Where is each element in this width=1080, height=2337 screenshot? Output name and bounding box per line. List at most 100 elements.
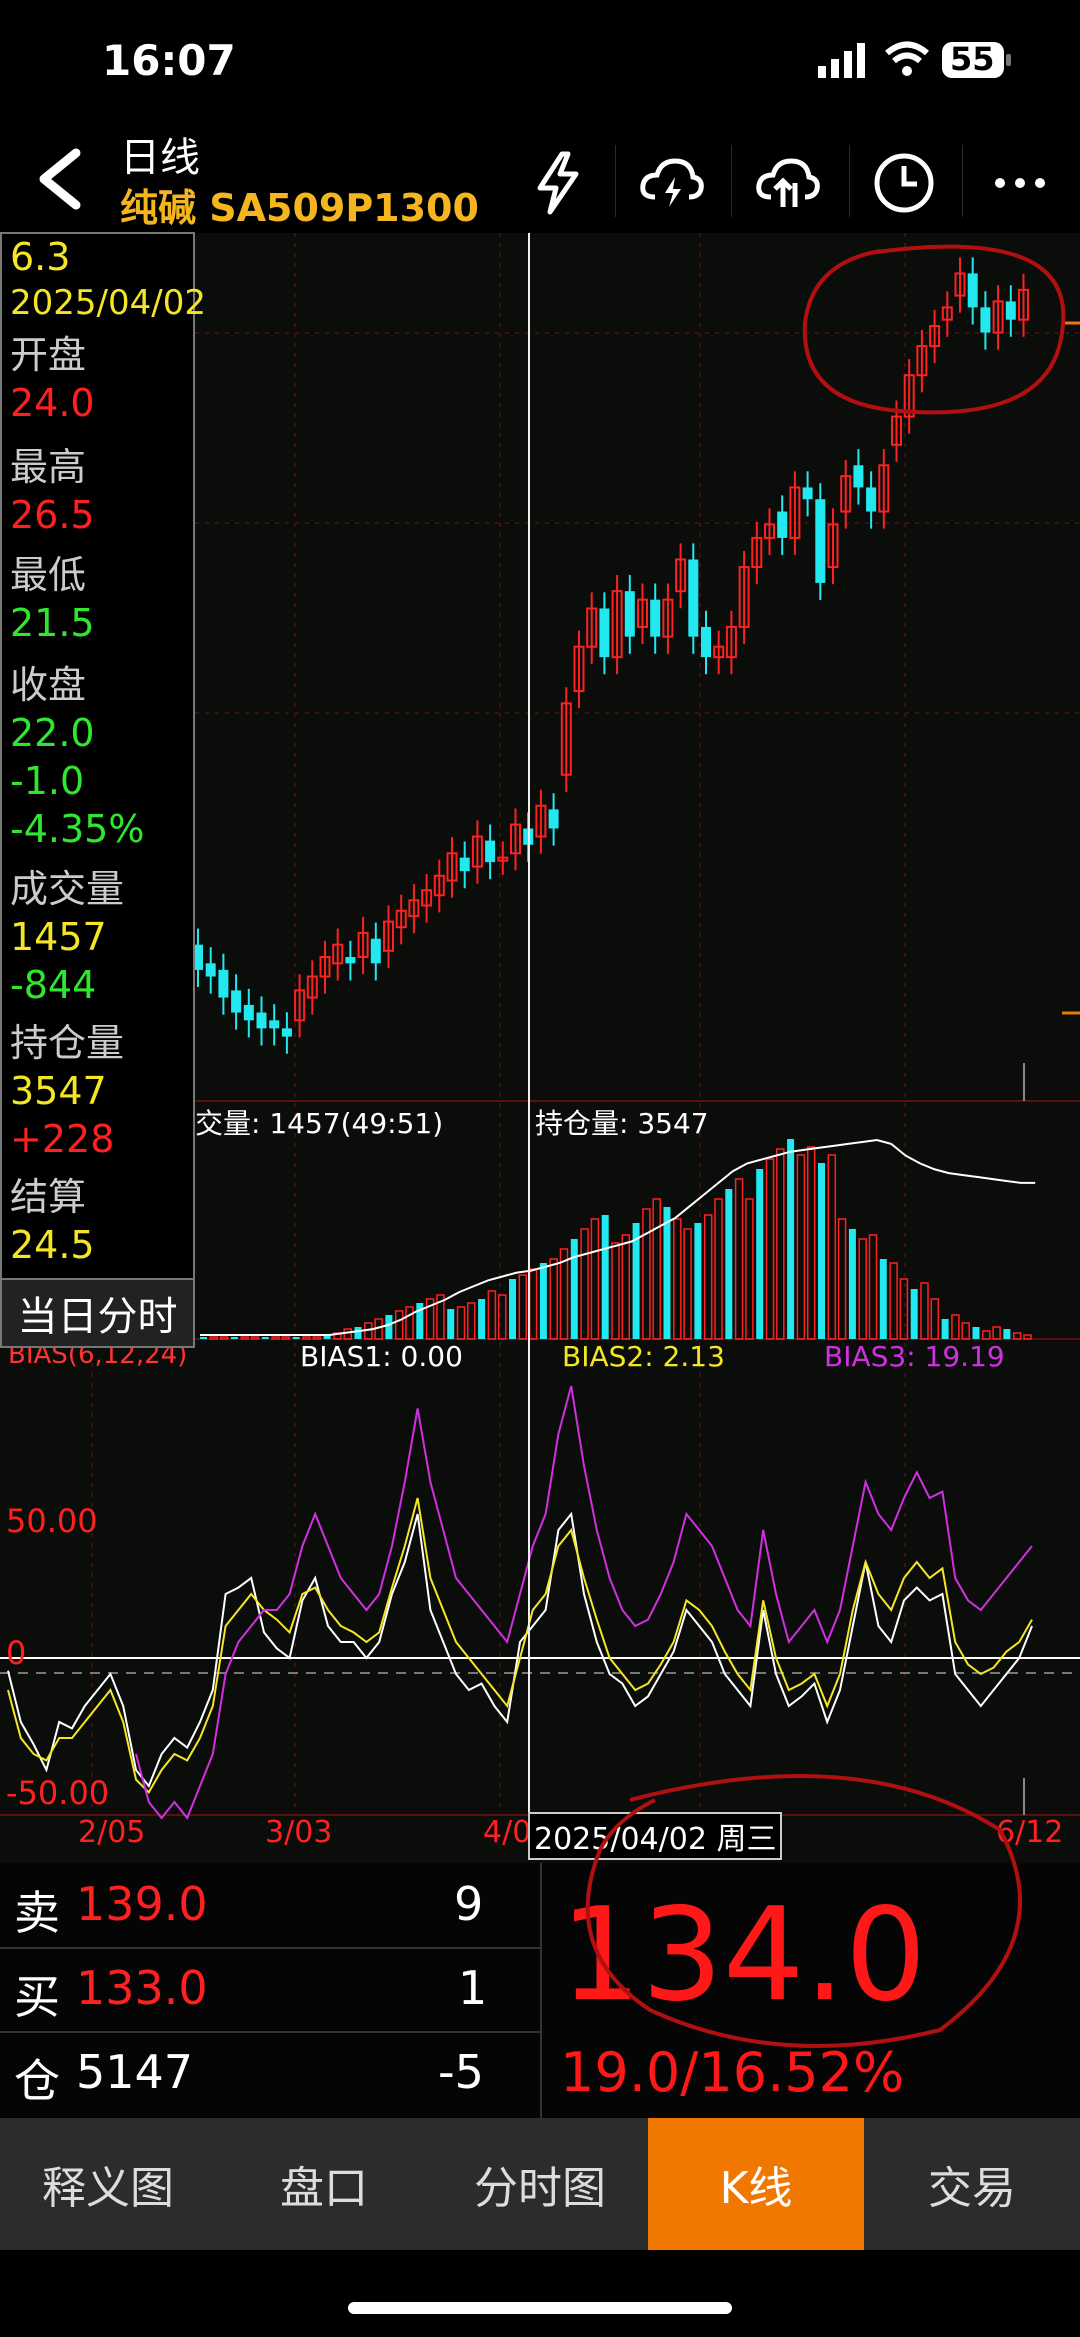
volume-bar [652,1198,661,1340]
clock-icon[interactable] [864,143,944,223]
volume-bar [570,1239,578,1339]
bias-tick-bottom: -50.00 [6,1774,110,1812]
volume-bar [394,1310,404,1340]
nav-divider [731,145,732,217]
volume-bar [818,1163,825,1339]
candle-body [370,938,381,964]
x-tick: 2/05 [78,1815,146,1850]
volume-bar [930,1298,940,1340]
volume-bar [694,1223,702,1339]
volume-bar [354,1327,362,1339]
close-value: 22.0 [10,711,95,755]
volume-bar [478,1299,486,1339]
volume-bar [601,1215,609,1339]
volume-bar [982,1330,991,1340]
oi-change: +228 [10,1117,115,1161]
volume-bar [868,1234,878,1340]
change-value: -1.0 [10,759,85,803]
info-price: 6.3 [10,235,71,279]
candle-body [485,840,496,863]
home-indicator[interactable] [348,2302,732,2314]
wifi-icon [884,40,930,78]
volume-bar [405,1306,414,1340]
x-tick: 3/03 [265,1815,333,1850]
signal-icon [818,42,868,78]
oi-quote-value: 5147 [76,2045,194,2099]
volume-bar [992,1326,1001,1340]
x-tick: 4/0 [483,1815,532,1850]
tab-timeshare[interactable]: 分时图 [432,2118,648,2250]
high-label: 最高 [10,445,87,489]
open-value: 24.0 [10,381,95,425]
candle-body [599,608,610,658]
candle-body [967,273,978,308]
high-value: 26.5 [10,493,95,537]
info-date: 2025/04/02 [10,283,206,323]
low-value: 21.5 [10,601,95,645]
sell-price: 139.0 [76,1877,208,1931]
buy-qty: 1 [458,1961,488,2015]
status-time: 16:07 [102,36,236,85]
settle-value: 24.5 [10,1223,95,1267]
oi-quote-label: 仓 [14,2054,60,2108]
volume-bar [487,1290,497,1340]
candle-body [205,963,216,977]
volume-bar [518,1274,528,1340]
nav-divider [615,145,616,217]
intraday-button[interactable]: 当日分时 [0,1278,195,1348]
sell-label: 卖 [14,1886,60,1940]
volume-bar [920,1282,929,1340]
status-bar: 16:07 55 [0,0,1080,125]
more-icon[interactable] [980,143,1060,223]
volume-bar [528,1268,538,1340]
tab-bar: 释义图 盘口 分时图 K线 交易 [0,2118,1080,2250]
volume-bar [230,1337,238,1339]
volume-bar [663,1207,671,1339]
bias2-label: BIAS2: 2.13 [562,1340,725,1373]
volume-bar [673,1218,682,1340]
candle-body [650,599,661,637]
sell-qty: 9 [454,1877,484,1931]
close-label: 收盘 [10,663,87,707]
volume-bar [961,1322,970,1340]
volume-bar [590,1218,600,1340]
oi-title: 持仓量 [10,1021,125,1065]
candle-body [281,1028,292,1037]
bias-line-bias1 [7,1511,1033,1788]
volume-bar [787,1139,795,1339]
tab-kline[interactable]: K线 [648,2118,864,2250]
back-icon[interactable] [28,143,88,215]
bias-line-bias3 [135,1385,1033,1820]
volume-bar [837,1218,847,1340]
bias1-label: BIAS1: 0.00 [300,1340,463,1373]
volume-bar [725,1189,733,1339]
volume-bar [261,1337,269,1339]
volume-bar [827,1154,837,1340]
nav-divider [962,145,963,217]
candle-body [853,465,864,488]
divider [0,2031,540,2033]
bias-tick-mid: 0 [6,1634,27,1672]
candle-body [269,1020,280,1029]
tab-orderbook[interactable]: 盘口 [216,2118,432,2250]
volume-bar [756,1169,764,1339]
info-panel: 6.3 2025/04/02 开盘 24.0 最高 26.5 最低 21.5 收… [0,232,206,1324]
volume-bar [447,1309,455,1339]
volume-bar [549,1258,558,1340]
volume-bar [858,1238,867,1340]
buy-price: 133.0 [76,1961,208,2015]
divider [0,1947,540,1949]
candle-body [980,307,991,333]
candle-body [866,487,877,512]
candle-body [345,956,356,964]
volume-bar [509,1279,516,1339]
cloud-flash-icon[interactable] [632,143,712,223]
volume-bar [683,1228,692,1340]
volume-bar [1003,1329,1011,1339]
tab-trade[interactable]: 交易 [864,2118,1080,2250]
cloud-sync-icon[interactable] [748,143,828,223]
flash-icon[interactable] [518,143,598,223]
contract-name: 纯碱 SA509P1300 [120,186,479,230]
candle-body [459,857,470,872]
tab-explain[interactable]: 释义图 [0,2118,216,2250]
